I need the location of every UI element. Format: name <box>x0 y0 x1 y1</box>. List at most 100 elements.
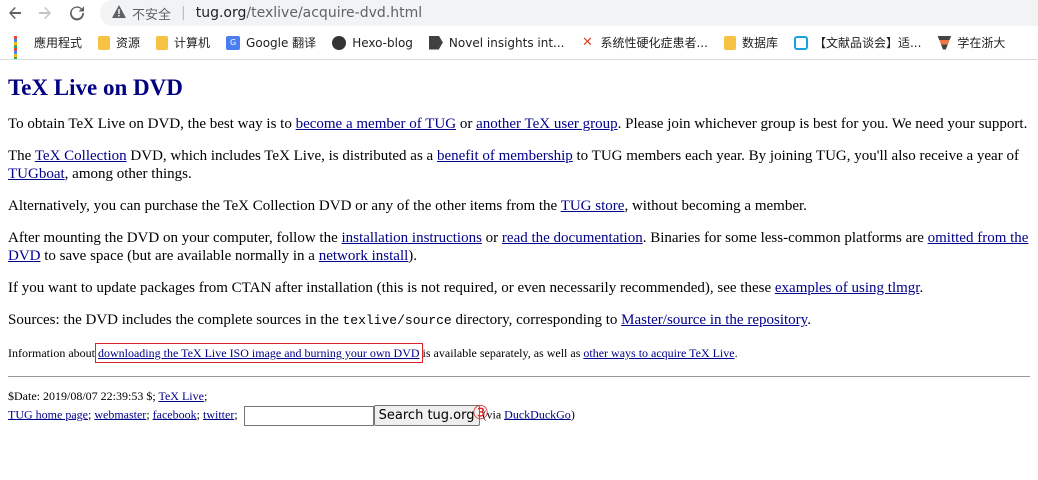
paragraph-update: If you want to update packages from CTAN… <box>8 279 1030 297</box>
footer-line-1: $Date: 2019/08/07 22:39:53 $; TeX Live; <box>8 387 1030 405</box>
bookmark-scleroderma[interactable]: ✕ 系统性硬化症患者... <box>572 31 715 55</box>
bookmark-label: 数据库 <box>741 36 778 50</box>
link-network-install[interactable]: network install <box>319 248 409 264</box>
bookmarks-bar: 應用程式 资源 计算机 G Google 翻译 Hexo-blog Novel … <box>0 26 1038 60</box>
text: or <box>456 116 477 132</box>
url-separator: | <box>181 5 186 21</box>
text: . <box>734 346 738 360</box>
novel-icon <box>428 35 443 50</box>
link-other-ways-acquire[interactable]: other ways to acquire TeX Live <box>583 346 734 360</box>
text: , among other things. <box>64 166 192 182</box>
bookmark-literature-talk[interactable]: 【文献品谈会】适... <box>786 31 929 55</box>
bookmark-label: Hexo-blog <box>352 35 413 50</box>
text: Alternatively, you can purchase the TeX … <box>8 198 561 214</box>
link-tugboat[interactable]: TUGboat <box>8 166 65 182</box>
address-bar[interactable]: 不安全 | tug.org/texlive/acquire-dvd.html <box>100 0 1038 26</box>
bookmark-hexo-blog[interactable]: Hexo-blog <box>324 31 421 55</box>
date-stamp: $Date: 2019/08/07 22:39:53 $; <box>8 389 159 403</box>
reload-icon[interactable] <box>66 2 88 24</box>
bookmark-database[interactable]: 数据库 <box>716 31 786 55</box>
text: After mounting the DVD on your computer,… <box>8 230 342 246</box>
url-path: /texlive/acquire-dvd.html <box>246 5 423 21</box>
text: is available separately, as well as <box>419 346 584 360</box>
hexo-icon <box>332 35 347 50</box>
annotation-number: ③ <box>472 402 490 424</box>
bookmark-apps[interactable]: 應用程式 <box>6 31 90 59</box>
link-footer-texlive[interactable]: TeX Live <box>158 389 203 403</box>
text: To obtain TeX Live on DVD, the best way … <box>8 116 296 132</box>
page-title: TeX Live on DVD <box>8 75 183 100</box>
url-text[interactable]: tug.org/texlive/acquire-dvd.html <box>196 5 422 21</box>
text: If you want to update packages from CTAN… <box>8 280 775 296</box>
link-benefit-membership[interactable]: benefit of membership <box>437 148 573 164</box>
text: Information about <box>8 346 98 360</box>
link-read-documentation[interactable]: read the documentation <box>502 230 643 246</box>
bookmark-novel-insights[interactable]: Novel insights int... <box>421 31 573 55</box>
paragraph-obtain: To obtain TeX Live on DVD, the best way … <box>8 115 1030 133</box>
bookmark-google-translate[interactable]: G Google 翻译 <box>218 31 324 55</box>
link-webmaster[interactable]: webmaster <box>94 407 146 421</box>
bookmark-label: 计算机 <box>174 36 211 50</box>
link-download-iso[interactable]: downloading the TeX Live ISO image and b… <box>94 343 423 363</box>
url-host: tug.org <box>195 5 247 21</box>
text: ). <box>408 248 418 264</box>
code-texlive-source: texlive/source <box>342 313 452 328</box>
folder-icon <box>98 35 111 50</box>
security-label[interactable]: 不安全 <box>132 4 171 23</box>
bookmark-zju[interactable]: 学在浙大 <box>929 31 1013 55</box>
paragraph-purchase: Alternatively, you can purchase the TeX … <box>8 197 1030 215</box>
link-tug-store[interactable]: TUG store <box>561 198 625 214</box>
text: The <box>8 148 35 164</box>
link-installation-instructions[interactable]: installation instructions <box>342 230 482 246</box>
paragraph-collection: The TeX Collection DVD, which includes T… <box>8 147 1030 183</box>
bilibili-icon <box>793 35 808 50</box>
bookmark-label: 應用程式 <box>34 36 83 50</box>
text: . <box>919 280 924 296</box>
folder-icon <box>156 35 169 50</box>
text: Sources: the DVD includes the complete s… <box>8 312 343 328</box>
link-facebook[interactable]: facebook <box>153 407 197 421</box>
bookmark-label: 【文献品谈会】适... <box>813 36 922 50</box>
link-tex-collection[interactable]: TeX Collection <box>35 148 127 164</box>
browser-toolbar: 不安全 | tug.org/texlive/acquire-dvd.html <box>0 0 1038 26</box>
paragraph-sources: Sources: the DVD includes the complete s… <box>8 311 1030 330</box>
link-tug-home[interactable]: TUG home page <box>8 407 88 421</box>
text: . Binaries for some less-common platform… <box>642 230 928 246</box>
page-content: TeX Live on DVD To obtain TeX Live on DV… <box>0 75 1038 426</box>
text: or <box>481 230 502 246</box>
link-tlmgr-examples[interactable]: examples of using tlmgr <box>775 280 920 296</box>
bookmark-label: 资源 <box>116 36 141 50</box>
google-translate-icon: G <box>226 35 241 50</box>
forward-arrow-icon[interactable] <box>34 2 56 24</box>
page-footer: $Date: 2019/08/07 22:39:53 $; TeX Live; … <box>8 387 1030 426</box>
zju-icon <box>937 35 952 50</box>
back-arrow-icon[interactable] <box>4 2 26 24</box>
link-duckduckgo[interactable]: DuckDuckGo <box>504 407 571 421</box>
link-become-member[interactable]: become a member of TUG <box>296 116 457 132</box>
text: . <box>807 312 811 328</box>
bookmark-resources[interactable]: 资源 <box>90 31 148 55</box>
bookmark-label: 系统性硬化症患者... <box>600 36 708 50</box>
search-input[interactable] <box>243 405 374 426</box>
link-other-user-group[interactable]: another TeX user group <box>476 116 618 132</box>
paragraph-mounting: After mounting the DVD on your computer,… <box>8 229 1030 265</box>
bookmark-computer[interactable]: 计算机 <box>148 31 218 55</box>
text: , without becoming a member. <box>624 198 807 214</box>
bookmark-label: Google 翻译 <box>246 36 317 50</box>
warning-triangle-icon[interactable] <box>112 4 126 22</box>
paragraph-iso-info: Information about downloading the TeX Li… <box>8 343 1030 363</box>
folder-icon <box>723 35 736 50</box>
text: to save space (but are available normall… <box>40 248 319 264</box>
text: ; <box>203 389 208 403</box>
search-button[interactable]: Search tug.org <box>373 405 480 426</box>
text: to TUG members each year. By joining TUG… <box>572 148 1019 164</box>
bookmark-label: Novel insights int... <box>448 35 565 50</box>
link-twitter[interactable]: twitter <box>203 407 234 421</box>
x-icon: ✕ <box>582 34 593 50</box>
text: DVD, which includes TeX Live, is distrib… <box>126 148 437 164</box>
text: ) <box>570 407 575 422</box>
link-master-source-repo[interactable]: Master/source in the repository <box>621 312 807 328</box>
text: . Please join whichever group is best fo… <box>617 116 1028 132</box>
apps-icon <box>14 35 28 59</box>
text: directory, corresponding to <box>451 312 622 328</box>
